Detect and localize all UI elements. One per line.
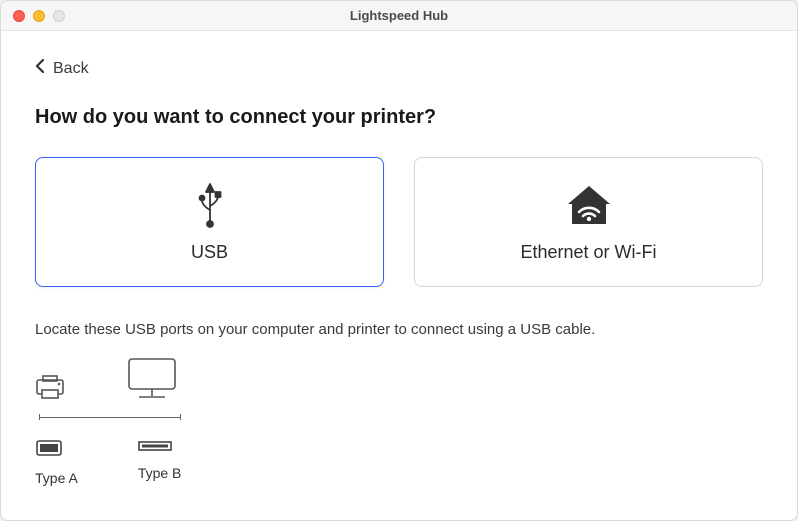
chevron-left-icon [35, 59, 45, 78]
content-area: Back How do you want to connect your pri… [1, 31, 797, 520]
port-type-b: Type B [138, 439, 182, 486]
port-a-label: Type A [35, 470, 78, 486]
back-label: Back [53, 60, 89, 78]
option-usb[interactable]: USB [35, 157, 384, 287]
usb-a-port-icon [35, 439, 63, 462]
port-type-a: Type A [35, 439, 78, 486]
port-b-label: Type B [138, 465, 182, 481]
back-button[interactable]: Back [35, 59, 89, 78]
app-window: Lightspeed Hub Back How do you want to c… [0, 0, 798, 521]
option-usb-label: USB [191, 242, 228, 263]
option-network-label: Ethernet or Wi-Fi [520, 242, 656, 263]
usb-icon [196, 182, 224, 228]
connection-options: USB Ethernet or Wi-Fi [35, 157, 763, 287]
close-window-button[interactable] [13, 10, 25, 22]
maximize-window-button [53, 10, 65, 22]
printer-icon [35, 374, 65, 405]
page-heading: How do you want to connect your printer? [35, 106, 763, 129]
usb-diagram: Type A Type B [35, 356, 763, 486]
cable-line-icon [39, 415, 181, 421]
titlebar: Lightspeed Hub [1, 1, 797, 31]
instruction-text: Locate these USB ports on your computer … [35, 321, 763, 338]
window-title: Lightspeed Hub [1, 8, 797, 23]
home-wifi-icon [564, 182, 614, 228]
minimize-window-button[interactable] [33, 10, 45, 22]
window-controls [13, 10, 65, 22]
computer-icon [125, 356, 179, 405]
usb-b-port-icon [138, 439, 172, 457]
option-network[interactable]: Ethernet or Wi-Fi [414, 157, 763, 287]
